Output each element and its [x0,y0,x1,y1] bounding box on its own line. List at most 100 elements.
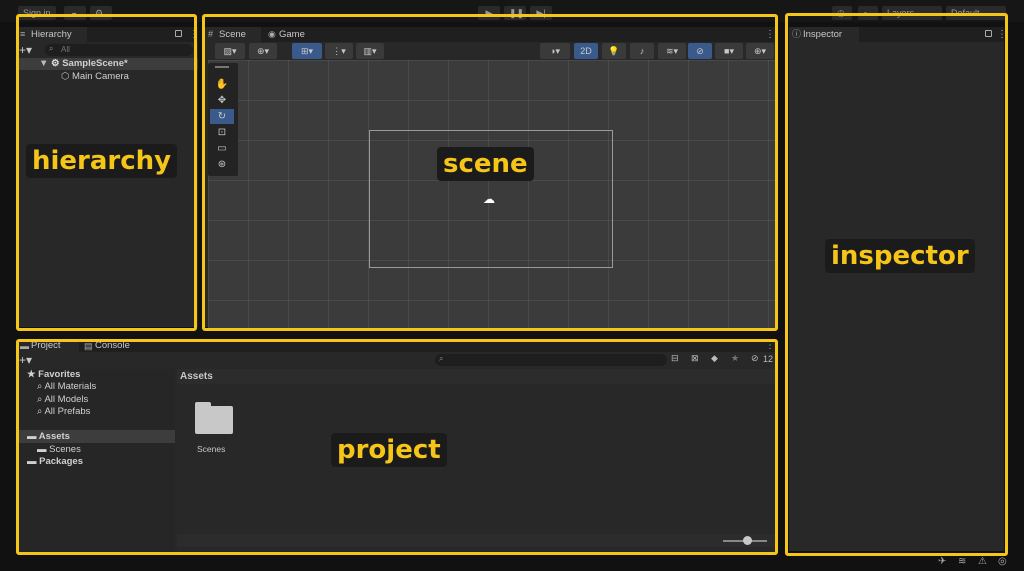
inspector-panel: ⓘ Inspector ⋮ [789,27,1007,551]
tab-console[interactable]: ▤ Console [81,340,141,352]
tab-hierarchy-label: Hierarchy [31,29,72,40]
assets-folder[interactable]: ▬ Assets [27,431,70,443]
scenes-folder-label: Scenes [49,444,81,455]
visibility-icon[interactable]: ⊘ [688,43,712,59]
tag-icon[interactable]: ◆ [711,353,718,364]
global-button[interactable]: ⊕▾ [249,43,277,59]
breadcrumb[interactable]: Assets [180,371,213,382]
expand-arrow-icon[interactable]: ▼ [39,58,48,69]
search-by-type-icon[interactable]: ⊟ [671,353,679,364]
cloud-icon[interactable]: ☁ [64,6,86,20]
search-icon: ⌕ [37,406,43,417]
hierarchy-search-input[interactable]: ⌕ All [45,44,193,56]
scene-tabbar: # Scene ◉ Game ⋮ [205,27,776,42]
toggle-2d-button[interactable]: 2D [574,43,598,59]
drag-handle-icon[interactable] [215,66,229,68]
layout-dropdown[interactable]: Default [946,6,1006,20]
list-icon: ≡ [20,29,26,39]
more-icon[interactable]: ⋮ [765,340,775,352]
audio-icon[interactable]: ♪ [630,43,654,59]
collab-icon[interactable]: ⚙ [90,6,112,20]
debug-icon[interactable]: ⚠ [978,556,987,567]
effects-icon[interactable]: ≋▾ [658,43,686,59]
scenes-folder[interactable]: ▬ Scenes [37,444,81,456]
grid-icon: # [208,29,214,39]
camera-icon[interactable]: ■▾ [715,43,743,59]
favorites-item[interactable]: ★ Favorites [27,369,80,381]
search-icon[interactable]: ⌕ [858,6,878,20]
inspector-callout: inspector [825,239,975,273]
project-callout: project [331,433,447,467]
favorite-label: All Prefabs [44,406,91,417]
scale-tool-icon[interactable]: ⊡ [210,125,234,140]
tab-project[interactable]: ▬ Project [17,340,79,352]
zoom-slider-handle[interactable] [743,536,752,545]
move-tool-icon[interactable]: ✥ [210,93,234,108]
folder-icon: ▬ [27,456,37,467]
info-icon: ⓘ [792,29,802,39]
lighting-icon[interactable]: 💡 [602,43,626,59]
search-icon: ⌕ [49,44,54,53]
hierarchy-tabbar: ≡ Hierarchy ⋮ [17,27,199,42]
layers-icon[interactable]: ≋ [958,556,966,567]
hierarchy-callout: hierarchy [26,144,178,178]
draw-mode-button[interactable]: ▨▾ [215,43,245,59]
snap-increment-button[interactable]: ⋮▾ [325,43,353,59]
rect-tool-icon[interactable]: ▭ [210,141,234,156]
status-bar [177,534,776,547]
camera-gizmo-icon[interactable]: ☁ [483,192,495,206]
inspector-tabbar: ⓘ Inspector ⋮ [789,27,1007,42]
sign-in-button[interactable]: Sign in [18,6,56,20]
scenes-folder-tile[interactable] [195,402,233,434]
favorite-all-models[interactable]: ⌕ All Models [37,394,88,406]
tab-inspector[interactable]: ⓘ Inspector [789,27,859,42]
lock-icon[interactable] [985,30,992,37]
play-icon[interactable]: ▶ [478,6,500,20]
favorite-all-prefabs[interactable]: ⌕ All Prefabs [37,406,90,418]
scene-item[interactable]: ▼ ⚙ SampleScene* [39,58,128,70]
star-icon[interactable]: ★ [731,353,739,364]
console-icon: ▤ [84,341,93,351]
favorite-label: All Models [44,394,89,405]
favorite-all-materials[interactable]: ⌕ All Materials [37,381,96,393]
tab-game[interactable]: ◉ Game [265,27,317,42]
packages-folder-label: Packages [39,456,83,467]
project-tabbar: ▬ Project ▤ Console ⋮ [17,340,776,352]
add-icon[interactable]: +▾ [19,43,32,57]
assets-folder-label: Assets [38,431,70,442]
tab-scene[interactable]: # Scene [205,27,261,42]
history-icon[interactable]: ◷ [832,6,852,20]
increment-button[interactable]: ▥▾ [356,43,384,59]
more-icon[interactable]: ⋮ [765,27,775,42]
add-icon[interactable]: +▾ [19,353,32,367]
main-camera-label: Main Camera [71,71,129,82]
unity-scene-icon: ⚙ [51,58,60,69]
transform-tool-icon[interactable]: ⊛ [210,157,234,172]
main-camera-item[interactable]: ⬡ Main Camera [61,71,129,83]
cube-icon: ⬡ [61,71,70,82]
tab-inspector-label: Inspector [803,29,843,40]
hand-tool-icon[interactable]: ✋ [210,77,234,92]
status-icon[interactable]: ✈ [938,556,946,567]
pause-icon[interactable]: ❚❚ [504,6,526,20]
search-icon: ⌕ [439,354,444,363]
layers-dropdown[interactable]: Layers [882,6,942,20]
star-icon: ★ [27,369,36,380]
hidden-packages-icon[interactable]: ⊘ [751,353,759,364]
settings-icon[interactable]: ◎ [998,556,1007,567]
lock-icon[interactable] [175,30,182,37]
step-icon[interactable]: ▶| [530,6,552,20]
shading-button[interactable]: ◑▾ [540,43,570,59]
search-placeholder: All [61,45,70,54]
rotate-tool-icon[interactable]: ↻ [210,109,234,124]
more-icon[interactable]: ⋮ [189,27,199,42]
packages-folder[interactable]: ▬ Packages [27,456,83,468]
more-icon[interactable]: ⋮ [997,27,1007,42]
project-search-input[interactable]: ⌕ [435,354,667,366]
grid-snap-button[interactable]: ⊞▾ [292,43,322,59]
scene-item-label: SampleScene* [62,58,128,69]
search-by-label-icon[interactable]: ⊠ [691,353,699,364]
tab-hierarchy[interactable]: ≡ Hierarchy [17,27,87,42]
gizmos-icon[interactable]: ⊕▾ [746,43,774,59]
favorites-label: Favorites [38,369,81,380]
